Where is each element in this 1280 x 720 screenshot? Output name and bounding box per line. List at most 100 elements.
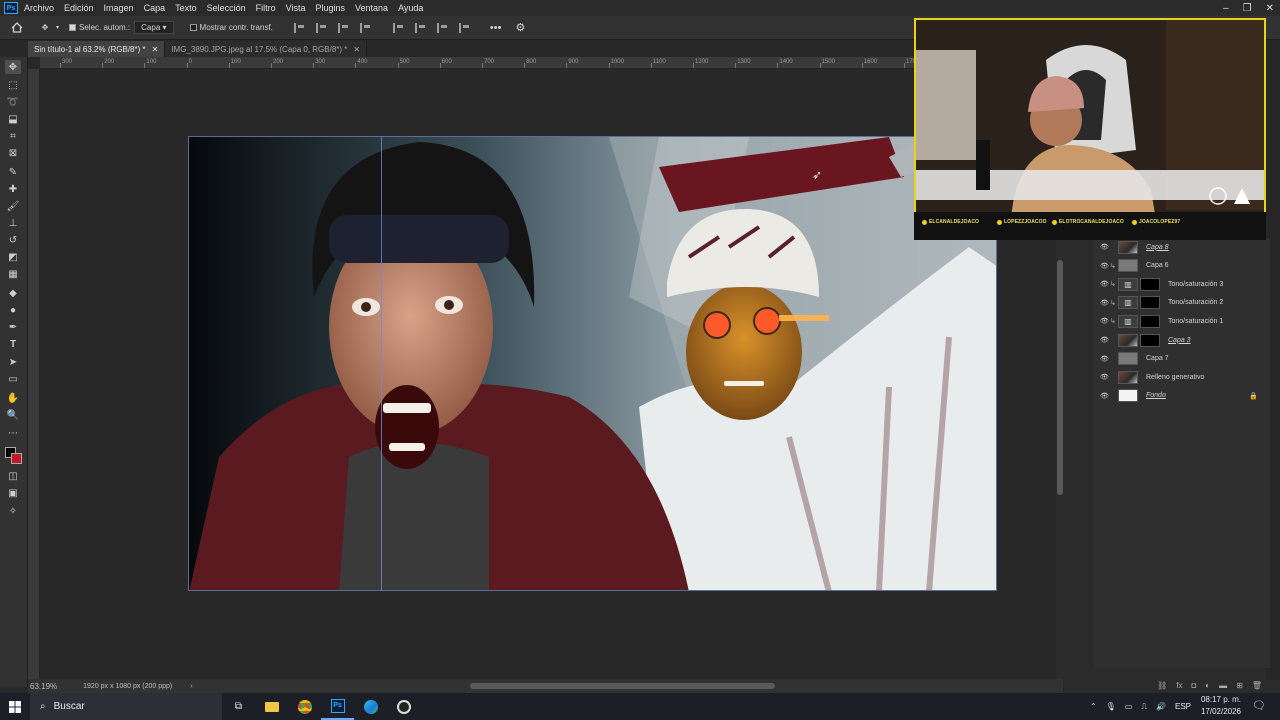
menu-archivo[interactable]: Archivo — [24, 3, 54, 13]
path-select-icon[interactable]: ➤ — [5, 355, 21, 369]
visibility-eye-icon[interactable]: 👁 — [1100, 262, 1110, 270]
file-explorer-icon[interactable] — [255, 693, 288, 720]
frame-tool-icon[interactable]: ⊠ — [5, 146, 21, 160]
layer-thumbnail[interactable]: ▥ — [1118, 314, 1138, 328]
layer-thumbnail[interactable] — [1118, 333, 1138, 347]
background-color-swatch[interactable] — [11, 453, 22, 464]
type-tool-icon[interactable]: T — [5, 337, 21, 351]
crop-tool-icon[interactable]: ⌗ — [5, 129, 21, 143]
eraser-tool-icon[interactable]: ◩ — [5, 250, 21, 264]
gear-icon[interactable]: ⚙ — [515, 21, 525, 34]
layer-row[interactable]: 👁 ↳ Capa 6 — [1094, 257, 1270, 275]
photoshop-logo[interactable]: Ps — [4, 2, 18, 14]
menu-ventana[interactable]: Ventana — [355, 3, 388, 13]
gradient-tool-icon[interactable]: ▦ — [5, 267, 21, 281]
taskbar-clock[interactable]: 08:17 p. m. 17/02/2026 — [1196, 694, 1246, 720]
adjustment-layer-icon[interactable]: ◐ — [1205, 681, 1210, 690]
menu-capa[interactable]: Capa — [144, 3, 166, 13]
chevron-right-icon[interactable]: › — [190, 683, 192, 690]
layer-row[interactable]: 👁 Capa 3 — [1094, 331, 1270, 349]
history-brush-icon[interactable]: ↺ — [5, 233, 21, 247]
menu-plugins[interactable]: Plugins — [316, 3, 346, 13]
quick-mask-icon[interactable]: ◫ — [5, 469, 21, 483]
obs-icon[interactable] — [387, 693, 420, 720]
windows-start-icon[interactable] — [0, 693, 30, 720]
network-icon[interactable]: ⎍ — [1141, 702, 1147, 712]
move-tool-icon[interactable]: ✥ — [5, 60, 21, 74]
show-transform-checkbox[interactable] — [189, 23, 200, 32]
blur-tool-icon[interactable]: ◆ — [5, 286, 21, 300]
visibility-eye-icon[interactable]: 👁 — [1100, 317, 1110, 325]
menu-imagen[interactable]: Imagen — [104, 3, 134, 13]
chevron-down-icon[interactable]: ▾ — [56, 24, 59, 31]
volume-icon[interactable]: 🔊 — [1156, 702, 1166, 711]
edge-icon[interactable] — [354, 693, 387, 720]
new-group-icon[interactable]: ▬ — [1219, 681, 1227, 690]
battery-icon[interactable]: ▭ — [1125, 702, 1133, 711]
distribute-h-icon[interactable] — [359, 22, 372, 33]
chrome-icon[interactable] — [288, 693, 321, 720]
layer-thumbnail[interactable] — [1118, 352, 1138, 366]
clone-stamp-icon[interactable]: ⊥ — [5, 216, 21, 230]
notifications-icon[interactable]: 🗨 — [1252, 699, 1266, 712]
lasso-tool-icon[interactable]: ➰ — [5, 95, 21, 109]
menu-edicion[interactable]: Edición — [64, 3, 94, 13]
visibility-eye-icon[interactable]: 👁 — [1100, 280, 1110, 288]
menu-vista[interactable]: Vista — [286, 3, 306, 13]
layer-row[interactable]: 👁 ↳ ▥ Tono/saturación 1 — [1094, 312, 1270, 330]
layer-thumbnail[interactable] — [1118, 389, 1138, 403]
menu-filtro[interactable]: Filtro — [256, 3, 276, 13]
visibility-eye-icon[interactable]: 👁 — [1100, 355, 1110, 363]
chevron-up-icon[interactable]: ⌃ — [1090, 702, 1097, 711]
healing-brush-icon[interactable]: ✚ — [5, 182, 21, 196]
auto-select-dropdown[interactable]: Capa ▾ — [134, 21, 174, 34]
screen-mode-icon[interactable]: ▣ — [5, 486, 21, 500]
align-top-icon[interactable] — [392, 22, 405, 33]
distribute-v-icon[interactable] — [458, 22, 471, 33]
layer-row[interactable]: 👁 Capa 7 — [1094, 350, 1270, 368]
visibility-eye-icon[interactable]: 👁 — [1100, 392, 1110, 400]
move-tool-icon[interactable]: ✥ — [36, 19, 54, 37]
layer-row[interactable]: 👁 Capa 8 — [1094, 238, 1270, 256]
menu-texto[interactable]: Texto — [175, 3, 197, 13]
hand-tool-icon[interactable]: ✋ — [5, 391, 21, 405]
layer-row[interactable]: 👁 Relleno generativo — [1094, 368, 1270, 386]
home-icon[interactable] — [8, 19, 26, 37]
close-icon[interactable]: ✕ — [1266, 3, 1274, 14]
microphone-icon[interactable]: 🎙 — [1106, 702, 1116, 711]
vertical-scroll-thumb[interactable] — [1057, 260, 1063, 495]
taskbar-search[interactable]: ⌕ Buscar — [30, 693, 222, 720]
dodge-tool-icon[interactable]: ● — [5, 303, 21, 317]
layer-thumbnail[interactable] — [1118, 370, 1138, 384]
minimize-icon[interactable]: – — [1223, 3, 1229, 14]
task-view-icon[interactable]: ⧉ — [222, 693, 255, 720]
layer-row[interactable]: 👁 Fondo 🔒 — [1094, 387, 1270, 405]
visibility-eye-icon[interactable]: 👁 — [1100, 336, 1110, 344]
pen-tool-icon[interactable]: ✒ — [5, 320, 21, 334]
language-indicator[interactable]: ESP — [1175, 702, 1191, 711]
align-right-icon[interactable] — [337, 22, 350, 33]
maximize-icon[interactable]: ❐ — [1243, 3, 1252, 14]
photoshop-taskbar-icon[interactable]: Ps — [321, 693, 354, 720]
layer-thumbnail[interactable] — [1118, 240, 1138, 254]
layer-mask-thumbnail[interactable] — [1140, 333, 1160, 347]
zoom-tool-icon[interactable]: 🔍 — [5, 408, 21, 422]
more-tools-icon[interactable]: ⋯ — [5, 426, 21, 440]
align-center-v-icon[interactable] — [414, 22, 427, 33]
layer-mask-thumbnail[interactable] — [1140, 277, 1160, 291]
brush-tool-icon[interactable]: 🖌 — [5, 199, 21, 213]
add-mask-icon[interactable]: ◘ — [1191, 681, 1196, 690]
visibility-eye-icon[interactable]: 👁 — [1100, 243, 1110, 251]
eyedropper-icon[interactable]: ✎ — [5, 165, 21, 179]
visibility-eye-icon[interactable]: 👁 — [1100, 373, 1110, 381]
trash-icon[interactable]: 🗑 — [1252, 681, 1262, 690]
object-select-icon[interactable]: ⬓ — [5, 112, 21, 126]
menu-seleccion[interactable]: Selección — [207, 3, 246, 13]
layer-mask-thumbnail[interactable] — [1140, 314, 1160, 328]
document-canvas[interactable] — [188, 136, 997, 591]
auto-select-checkbox[interactable] — [69, 23, 79, 32]
layer-thumbnail[interactable]: ▥ — [1118, 277, 1138, 291]
close-icon[interactable]: ✕ — [152, 45, 159, 54]
align-bottom-icon[interactable] — [436, 22, 449, 33]
zoom-level[interactable]: 63.19% — [30, 682, 57, 691]
